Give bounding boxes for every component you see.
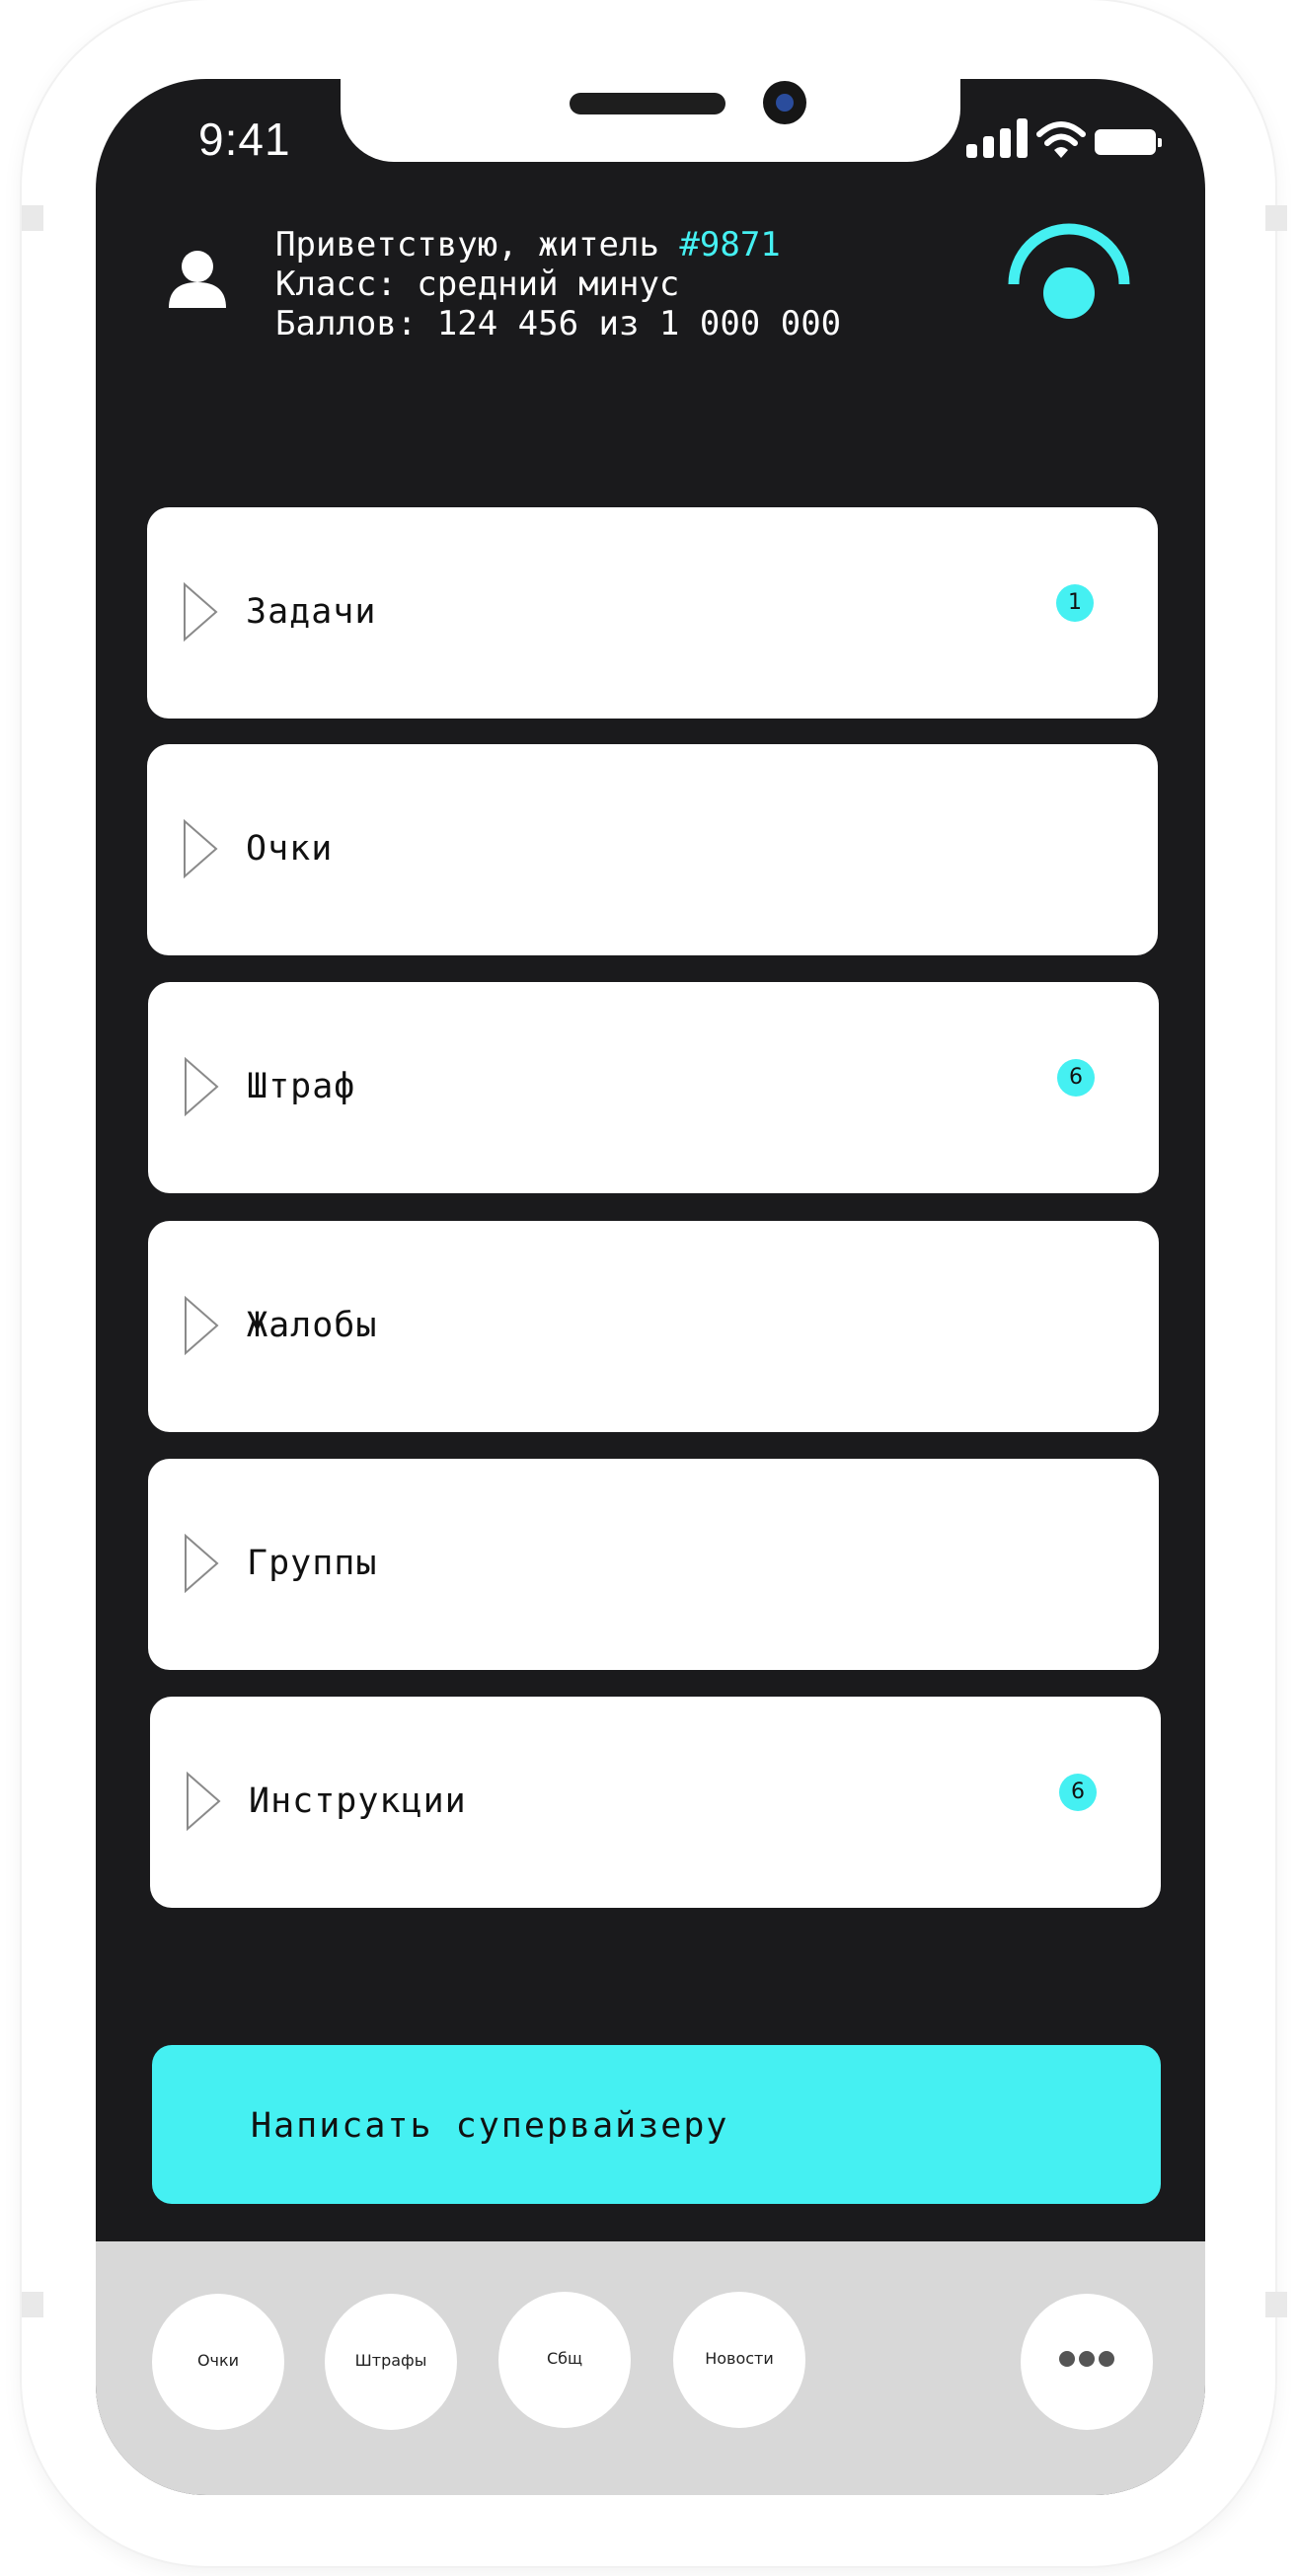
battery-icon bbox=[1095, 129, 1162, 155]
nav-tab-messages[interactable]: Сбщ bbox=[498, 2292, 631, 2428]
status-time: 9:41 bbox=[198, 114, 291, 165]
menu-item-groups[interactable]: Группы bbox=[148, 1459, 1159, 1670]
menu-item-complaints[interactable]: Жалобы bbox=[148, 1221, 1159, 1432]
greeting-line: Приветствую, житель #9871 bbox=[275, 225, 841, 265]
triangle-right-icon bbox=[184, 819, 218, 878]
nav-tab-label: Сбщ bbox=[546, 2349, 583, 2368]
menu-item-label: Жалобы bbox=[247, 1306, 378, 1345]
phone-screen: 9:41 Приветствую, житель #9871 Класс: ср… bbox=[96, 79, 1205, 2495]
nav-tab-news[interactable]: Новости bbox=[673, 2292, 805, 2428]
greeting-block: Приветствую, житель #9871 Класс: средний… bbox=[275, 225, 841, 343]
nav-tab-label: Новости bbox=[705, 2349, 774, 2368]
menu-item-tasks[interactable]: Задачи 1 bbox=[147, 507, 1158, 719]
speaker bbox=[570, 93, 725, 114]
menu-item-fines[interactable]: Штраф 6 bbox=[148, 982, 1159, 1193]
class-line: Класс: средний минус bbox=[275, 265, 680, 304]
resident-id: #9871 bbox=[679, 225, 781, 265]
nav-tab-points[interactable]: Очки bbox=[152, 2294, 284, 2430]
triangle-right-icon bbox=[185, 1534, 219, 1593]
menu-item-label: Группы bbox=[247, 1544, 378, 1583]
bottom-nav: Очки Штрафы Сбщ Новости bbox=[96, 2241, 1205, 2495]
notification-badge: 6 bbox=[1059, 1774, 1097, 1811]
notification-badge: 6 bbox=[1057, 1059, 1095, 1097]
points-line: Баллов: 124 456 из 1 000 000 bbox=[275, 304, 842, 343]
broadcast-icon[interactable] bbox=[1004, 222, 1142, 321]
nav-tab-label: Штрафы bbox=[354, 2351, 427, 2370]
cta-label: Написать супервайзеру bbox=[251, 2106, 729, 2146]
side-button bbox=[1265, 205, 1287, 231]
side-button bbox=[22, 2292, 43, 2317]
side-button bbox=[1265, 2292, 1287, 2317]
triangle-right-icon bbox=[184, 582, 218, 642]
triangle-right-icon bbox=[185, 1057, 219, 1116]
menu-item-label: Очки bbox=[246, 829, 334, 869]
wifi-icon bbox=[1036, 121, 1086, 158]
status-icons bbox=[966, 118, 1174, 162]
more-button[interactable] bbox=[1021, 2294, 1153, 2430]
menu-item-label: Инструкции bbox=[249, 1781, 467, 1821]
write-supervisor-button[interactable]: Написать супервайзеру bbox=[152, 2045, 1161, 2204]
menu-item-points[interactable]: Очки bbox=[147, 744, 1158, 955]
signal-icon bbox=[966, 118, 1031, 162]
menu-item-label: Штраф bbox=[247, 1067, 356, 1106]
user-avatar-icon[interactable] bbox=[165, 249, 230, 312]
triangle-right-icon bbox=[187, 1772, 221, 1831]
triangle-right-icon bbox=[185, 1296, 219, 1355]
menu-item-instructions[interactable]: Инструкции 6 bbox=[150, 1697, 1161, 1908]
nav-tab-fines[interactable]: Штрафы bbox=[325, 2294, 457, 2430]
ellipsis-icon bbox=[1021, 2351, 1153, 2371]
nav-tab-label: Очки bbox=[196, 2351, 240, 2370]
greeting-prefix: Приветствую, житель bbox=[275, 225, 680, 265]
side-button bbox=[22, 205, 43, 231]
menu-item-label: Задачи bbox=[246, 592, 377, 632]
camera-icon bbox=[763, 81, 806, 124]
notification-badge: 1 bbox=[1056, 584, 1094, 622]
notch bbox=[341, 79, 960, 162]
